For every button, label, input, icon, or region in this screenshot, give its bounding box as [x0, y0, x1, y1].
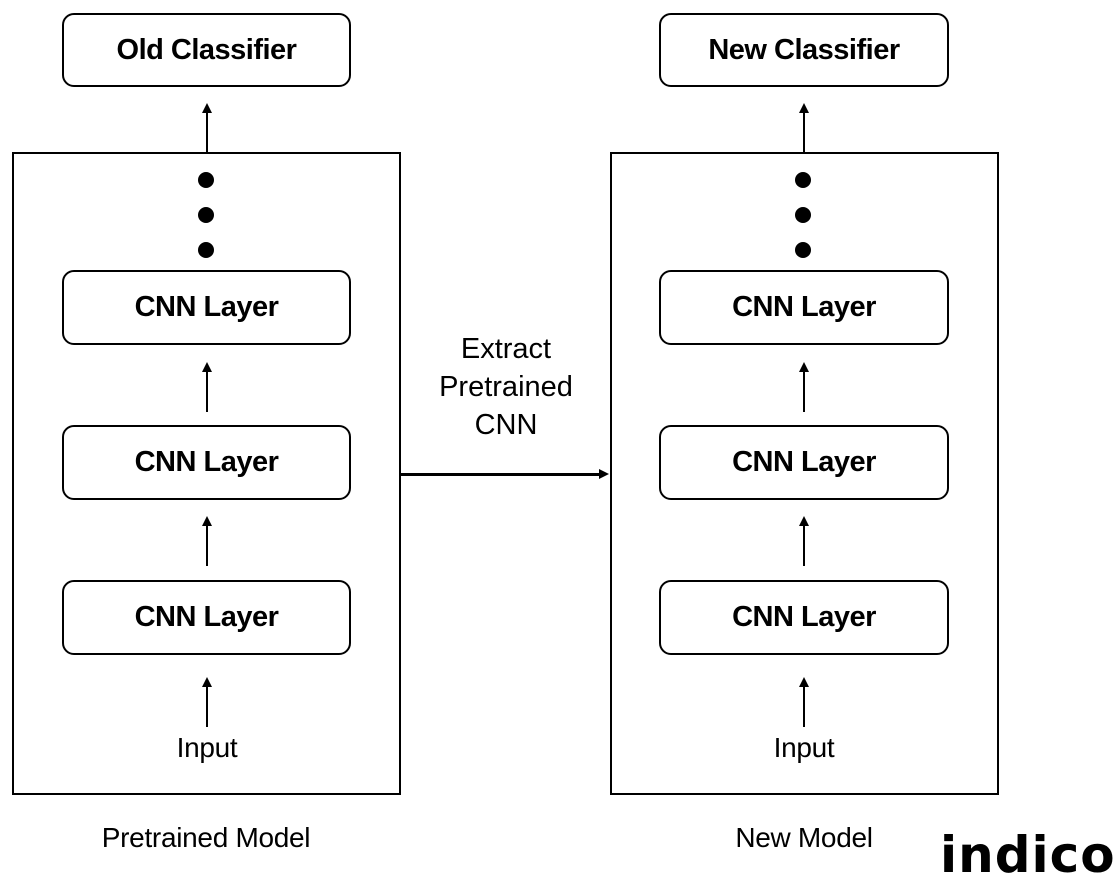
- cnn-layer-label: CNN Layer: [134, 291, 279, 323]
- cnn-layer-box: CNN Layer: [62, 425, 351, 500]
- arrow-to-new-classifier: [798, 103, 810, 153]
- transfer-arrow-head: [599, 469, 609, 479]
- ellipsis-dot: [795, 172, 811, 188]
- transfer-label-line: CNN: [474, 409, 538, 441]
- arrow-up: [201, 516, 213, 566]
- indico-logo: indico: [940, 826, 1115, 884]
- arrow-up: [201, 677, 213, 727]
- cnn-layer-label: CNN Layer: [732, 446, 876, 478]
- cnn-layer-box: CNN Layer: [62, 270, 351, 345]
- arrow-up: [798, 516, 810, 566]
- old-classifier-box: Old Classifier: [62, 13, 351, 87]
- new-classifier-label: New Classifier: [708, 33, 900, 66]
- cnn-layer-box: CNN Layer: [62, 580, 351, 655]
- transfer-label-line: Extract: [460, 333, 552, 365]
- old-classifier-label: Old Classifier: [116, 33, 297, 66]
- cnn-layer-box: CNN Layer: [659, 270, 949, 345]
- ellipsis-dot: [795, 207, 811, 223]
- new-classifier-box: New Classifier: [659, 13, 949, 87]
- arrow-to-old-classifier: [201, 103, 213, 153]
- input-label: Input: [176, 732, 238, 763]
- new-model-caption: New Model: [735, 822, 873, 853]
- cnn-layer-box: CNN Layer: [659, 580, 949, 655]
- cnn-layer-label: CNN Layer: [732, 601, 876, 633]
- pretrained-model-caption: Pretrained Model: [101, 822, 311, 853]
- transfer-label: Extract Pretrained CNN: [406, 330, 606, 444]
- arrow-up: [798, 677, 810, 727]
- input-label: Input: [773, 732, 835, 763]
- ellipsis-dot: [198, 242, 214, 258]
- cnn-layer-label: CNN Layer: [134, 446, 279, 478]
- transfer-arrow-line: [401, 473, 601, 476]
- ellipsis-dot: [795, 242, 811, 258]
- ellipsis-dot: [198, 207, 214, 223]
- arrow-up: [798, 362, 810, 412]
- ellipsis-dot: [198, 172, 214, 188]
- cnn-layer-box: CNN Layer: [659, 425, 949, 500]
- arrow-up: [201, 362, 213, 412]
- cnn-layer-label: CNN Layer: [134, 601, 279, 633]
- transfer-label-line: Pretrained: [439, 371, 573, 403]
- cnn-layer-label: CNN Layer: [732, 291, 876, 323]
